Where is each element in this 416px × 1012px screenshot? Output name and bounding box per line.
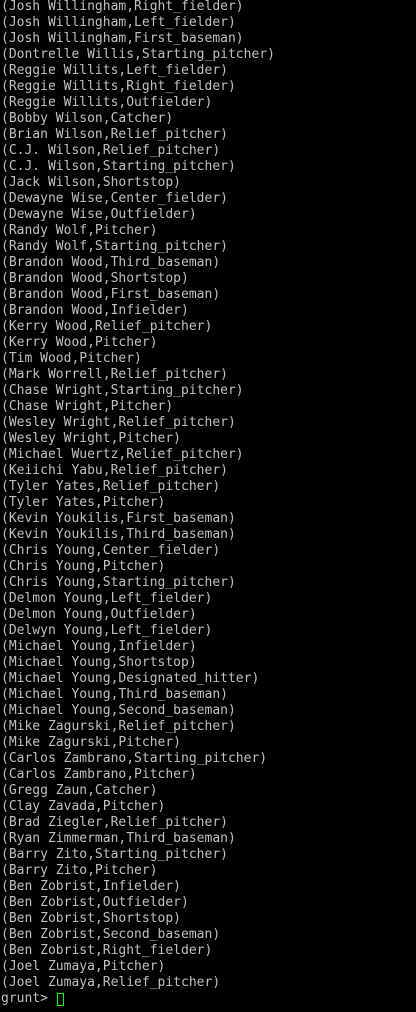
output-line: (Delwyn Young,Left_fielder) <box>1 623 213 638</box>
output-line: (Michael Young,Shortstop) <box>1 655 197 670</box>
output-line: (Chris Young,Pitcher) <box>1 559 166 574</box>
prompt-text: grunt> <box>1 991 56 1006</box>
output-line: (C.J. Wilson,Starting_pitcher) <box>1 159 236 174</box>
output-line: (Kerry Wood,Pitcher) <box>1 335 158 350</box>
output-line: (Brandon Wood,First_baseman) <box>1 287 221 302</box>
output-line: (Brandon Wood,Third_baseman) <box>1 255 221 270</box>
output-line: (Brad Ziegler,Relief_pitcher) <box>1 815 228 830</box>
output-line: (Ben Zobrist,Shortstop) <box>1 911 182 926</box>
cursor-block[interactable] <box>56 992 64 1006</box>
output-line: (Joel Zumaya,Relief_pitcher) <box>1 975 221 990</box>
output-line: (Brandon Wood,Infielder) <box>1 303 189 318</box>
output-line: (Mike Zagurski,Relief_pitcher) <box>1 719 236 734</box>
output-line: (Wesley Wright,Relief_pitcher) <box>1 415 236 430</box>
output-line: (Gregg Zaun,Catcher) <box>1 783 158 798</box>
output-line: (Jack Wilson,Shortstop) <box>1 175 182 190</box>
output-line: (Michael Young,Third_baseman) <box>1 687 228 702</box>
prompt-line[interactable]: grunt> <box>1 991 64 1007</box>
output-line: (Tyler Yates,Pitcher) <box>1 495 166 510</box>
output-line: (Chase Wright,Starting_pitcher) <box>1 383 244 398</box>
output-line: (Delmon Young,Outfielder) <box>1 607 197 622</box>
output-line: (Bobby Wilson,Catcher) <box>1 111 174 126</box>
output-line: (Kevin Youkilis,First_baseman) <box>1 511 236 526</box>
output-line: (C.J. Wilson,Relief_pitcher) <box>1 143 221 158</box>
output-line: (Dewayne Wise,Center_fielder) <box>1 191 228 206</box>
output-line: (Carlos Zambrano,Pitcher) <box>1 767 197 782</box>
output-line: (Barry Zito,Pitcher) <box>1 863 158 878</box>
output-line: (Barry Zito,Starting_pitcher) <box>1 847 228 862</box>
output-line: (Ben Zobrist,Infielder) <box>1 879 182 894</box>
output-line: (Tim Wood,Pitcher) <box>1 351 142 366</box>
output-line: (Dontrelle Willis,Starting_pitcher) <box>1 47 275 62</box>
output-line: (Michael Young,Second_baseman) <box>1 703 236 718</box>
terminal-output: (Josh Willingham,Right_fielder) (Josh Wil… <box>1 0 275 991</box>
output-line: (Chase Wright,Pitcher) <box>1 399 174 414</box>
output-line: (Brandon Wood,Shortstop) <box>1 271 189 286</box>
output-line: (Keiichi Yabu,Relief_pitcher) <box>1 463 228 478</box>
output-line: (Dewayne Wise,Outfielder) <box>1 207 197 222</box>
output-line: (Ben Zobrist,Second_baseman) <box>1 927 221 942</box>
output-line: (Carlos Zambrano,Starting_pitcher) <box>1 751 268 766</box>
output-line: (Chris Young,Starting_pitcher) <box>1 575 236 590</box>
output-line: (Josh Willingham,First_baseman) <box>1 31 244 46</box>
output-line: (Ben Zobrist,Right_fielder) <box>1 943 213 958</box>
output-line: (Reggie Willits,Outfielder) <box>1 95 213 110</box>
output-line: (Josh Willingham,Right_fielder) <box>1 0 244 14</box>
output-line: (Mike Zagurski,Pitcher) <box>1 735 182 750</box>
output-line: (Kerry Wood,Relief_pitcher) <box>1 319 213 334</box>
output-line: (Tyler Yates,Relief_pitcher) <box>1 479 221 494</box>
output-line: (Ben Zobrist,Outfielder) <box>1 895 189 910</box>
output-line: (Clay Zavada,Pitcher) <box>1 799 166 814</box>
output-line: (Michael Young,Infielder) <box>1 639 197 654</box>
output-line: (Michael Young,Designated_hitter) <box>1 671 260 686</box>
output-line: (Chris Young,Center_fielder) <box>1 543 221 558</box>
output-line: (Brian Wilson,Relief_pitcher) <box>1 127 228 142</box>
output-line: (Joel Zumaya,Pitcher) <box>1 959 166 974</box>
output-line: (Delmon Young,Left_fielder) <box>1 591 213 606</box>
output-line: (Wesley Wright,Pitcher) <box>1 431 182 446</box>
output-line: (Michael Wuertz,Relief_pitcher) <box>1 447 244 462</box>
output-line: (Reggie Willits,Right_fielder) <box>1 79 236 94</box>
output-line: (Mark Worrell,Relief_pitcher) <box>1 367 228 382</box>
output-line: (Randy Wolf,Pitcher) <box>1 223 158 238</box>
output-line: (Kevin Youkilis,Third_baseman) <box>1 527 236 542</box>
output-line: (Josh Willingham,Left_fielder) <box>1 15 236 30</box>
terminal-window[interactable]: (Josh Willingham,Right_fielder) (Josh Wil… <box>0 0 416 1012</box>
output-line: (Ryan Zimmerman,Third_baseman) <box>1 831 236 846</box>
output-line: (Randy Wolf,Starting_pitcher) <box>1 239 228 254</box>
output-line: (Reggie Willits,Left_fielder) <box>1 63 228 78</box>
